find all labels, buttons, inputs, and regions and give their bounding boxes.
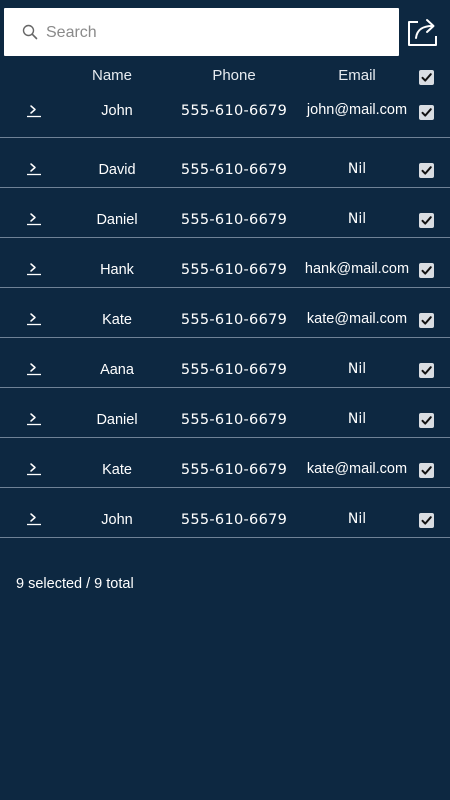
chevron-right-icon[interactable] bbox=[26, 512, 42, 526]
contact-phone: 555-610-6679 bbox=[180, 512, 288, 528]
contact-phone: 555-610-6679 bbox=[180, 362, 288, 378]
contact-email: kate@mail.com bbox=[306, 311, 408, 327]
row-checkbox[interactable] bbox=[419, 105, 434, 120]
checkmark-icon bbox=[421, 516, 432, 525]
top-bar bbox=[0, 0, 450, 64]
checkmark-icon bbox=[421, 266, 432, 275]
share-icon[interactable] bbox=[406, 16, 440, 48]
contact-email: Nil bbox=[347, 411, 367, 427]
contact-phone: 555-610-6679 bbox=[180, 162, 288, 178]
select-all-checkbox[interactable] bbox=[419, 70, 434, 85]
search-input[interactable] bbox=[44, 18, 388, 48]
checkmark-icon bbox=[421, 316, 432, 325]
contact-phone: 555-610-6679 bbox=[180, 312, 288, 328]
table-row[interactable]: Kate 555-610-6679 kate@mail.com bbox=[0, 438, 450, 488]
contact-name: Kate bbox=[102, 462, 132, 478]
contact-phone: 555-610-6679 bbox=[180, 212, 288, 228]
row-checkbox[interactable] bbox=[419, 163, 434, 178]
row-checkbox[interactable] bbox=[419, 213, 434, 228]
contact-name: Hank bbox=[100, 262, 134, 278]
phone-column-header[interactable]: Phone bbox=[178, 67, 290, 84]
table-row[interactable]: Daniel 555-610-6679 Nil bbox=[0, 188, 450, 238]
email-column-header[interactable]: Email bbox=[302, 67, 412, 84]
contact-name: Kate bbox=[102, 312, 132, 328]
checkmark-icon bbox=[421, 216, 432, 225]
row-checkbox[interactable] bbox=[419, 363, 434, 378]
table-header: Name Phone Email bbox=[0, 64, 450, 88]
chevron-right-icon[interactable] bbox=[26, 362, 42, 376]
row-checkbox[interactable] bbox=[419, 263, 434, 278]
search-box[interactable] bbox=[4, 8, 399, 56]
contact-phone: 555-610-6679 bbox=[180, 103, 288, 119]
table-row[interactable]: Daniel 555-610-6679 Nil bbox=[0, 388, 450, 438]
chevron-right-icon[interactable] bbox=[26, 104, 42, 118]
table-row[interactable]: Kate 555-610-6679 kate@mail.com bbox=[0, 288, 450, 338]
contact-name: David bbox=[98, 162, 136, 178]
chevron-right-icon[interactable] bbox=[26, 162, 42, 176]
search-icon bbox=[22, 24, 38, 40]
checkmark-icon bbox=[421, 466, 432, 475]
checkmark-icon bbox=[421, 108, 432, 117]
contact-name: Daniel bbox=[96, 412, 138, 428]
checkmark-icon bbox=[421, 166, 432, 175]
contact-phone: 555-610-6679 bbox=[180, 262, 288, 278]
row-checkbox[interactable] bbox=[419, 513, 434, 528]
contact-email: Nil bbox=[347, 211, 367, 227]
contact-name: Aana bbox=[100, 362, 134, 378]
contact-email: kate@mail.com bbox=[306, 461, 408, 477]
row-checkbox[interactable] bbox=[419, 463, 434, 478]
chevron-right-icon[interactable] bbox=[26, 462, 42, 476]
table-row[interactable]: John 555-610-6679 john@mail.com bbox=[0, 88, 450, 138]
table-row[interactable]: Hank 555-610-6679 hank@mail.com bbox=[0, 238, 450, 288]
contact-email: Nil bbox=[347, 511, 367, 527]
checkmark-icon bbox=[421, 416, 432, 425]
contact-email: Nil bbox=[347, 161, 367, 177]
contact-name: John bbox=[101, 103, 133, 119]
contact-email: Nil bbox=[347, 361, 367, 377]
contact-name: Daniel bbox=[96, 212, 138, 228]
contact-phone: 555-610-6679 bbox=[180, 462, 288, 478]
chevron-right-icon[interactable] bbox=[26, 262, 42, 276]
chevron-right-icon[interactable] bbox=[26, 212, 42, 226]
checkmark-icon bbox=[421, 73, 432, 82]
contact-email: john@mail.com bbox=[306, 102, 408, 118]
table-row[interactable]: John 555-610-6679 Nil bbox=[0, 488, 450, 538]
row-checkbox[interactable] bbox=[419, 413, 434, 428]
chevron-right-icon[interactable] bbox=[26, 412, 42, 426]
selection-status: 9 selected / 9 total bbox=[16, 576, 134, 592]
row-checkbox[interactable] bbox=[419, 313, 434, 328]
name-column-header[interactable]: Name bbox=[62, 67, 162, 84]
table-row[interactable]: Aana 555-610-6679 Nil bbox=[0, 338, 450, 388]
contact-phone: 555-610-6679 bbox=[180, 412, 288, 428]
checkmark-icon bbox=[421, 366, 432, 375]
contact-email: hank@mail.com bbox=[304, 261, 410, 277]
contact-name: John bbox=[101, 512, 133, 528]
table-row[interactable]: David 555-610-6679 Nil bbox=[0, 138, 450, 188]
chevron-right-icon[interactable] bbox=[26, 312, 42, 326]
